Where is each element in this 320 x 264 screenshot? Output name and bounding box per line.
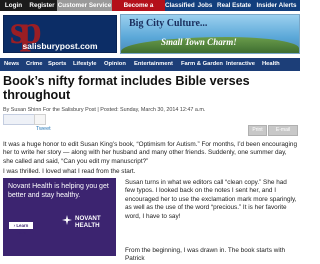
section-nav-item[interactable]: Health [262, 58, 280, 71]
section-nav: News Crime Sports Lifestyle Opinion Ente… [0, 58, 300, 71]
jobs-link[interactable]: Jobs [195, 0, 215, 11]
ad-brand-line: HEALTH [75, 222, 100, 229]
article-title: Book’s nifty format includes Bible verse… [3, 74, 250, 102]
section-nav-item[interactable]: Lifestyle [73, 58, 97, 71]
real-estate-link[interactable]: Real Estate [215, 0, 253, 11]
email-button[interactable]: E-mail [268, 125, 298, 136]
top-nav: Login Register Customer Service Become a… [0, 0, 300, 20]
ad-brand: NOVANT HEALTH [75, 215, 101, 229]
ad-headline: Novant Health is helping you get better … [8, 183, 109, 199]
insider-alerts-link[interactable]: Insider Alerts [253, 0, 300, 11]
learn-more-button[interactable]: › Learn more [9, 222, 33, 235]
section-nav-item[interactable]: Entertainment [134, 58, 173, 71]
article-paragraph: I was thrilled. I loved what I read from… [3, 168, 136, 175]
novant-health-ad[interactable]: Novant Health is helping you get better … [3, 178, 116, 256]
novant-logo-icon [62, 215, 72, 225]
section-nav-item[interactable]: Sports [48, 58, 66, 71]
customer-service-link[interactable]: Customer Service [57, 0, 112, 11]
masthead: sp salisburypost.com Big City Culture...… [0, 10, 300, 56]
article-byline: By Susan Shinn For the Salisbury Post | … [3, 107, 206, 113]
section-nav-item[interactable]: Crime [26, 58, 42, 71]
google-plus-widget[interactable] [34, 114, 46, 125]
section-nav-item[interactable]: Opinion [104, 58, 126, 71]
section-nav-item[interactable]: Farm & Garden [181, 58, 223, 71]
logo-text: salisburypost.com [22, 41, 98, 51]
article-paragraph: Susan turns in what we editors call “cle… [125, 179, 297, 220]
article-paragraph: From the beginning, I was drawn in. The … [125, 247, 286, 263]
tweet-link[interactable]: Tweet [36, 126, 51, 132]
facebook-share-widget[interactable] [3, 114, 35, 125]
ad-brand-line: NOVANT [75, 215, 101, 222]
article-paragraph: It was a huge honor to edit Susan King’s… [3, 141, 298, 165]
classifieds-link[interactable]: Classifieds [165, 0, 198, 11]
print-button[interactable]: Print [248, 125, 267, 136]
banner-ad[interactable]: Big City Culture... Small Town Charm! [120, 14, 300, 54]
section-nav-item[interactable]: Interactive [226, 58, 255, 71]
banner-headline: Big City Culture... [129, 18, 208, 29]
section-nav-item[interactable]: News [4, 58, 19, 71]
become-member-link[interactable]: Become a Member [112, 0, 165, 20]
site-logo[interactable]: sp salisburypost.com [3, 10, 117, 53]
banner-tagline: Small Town Charm! [161, 37, 237, 47]
